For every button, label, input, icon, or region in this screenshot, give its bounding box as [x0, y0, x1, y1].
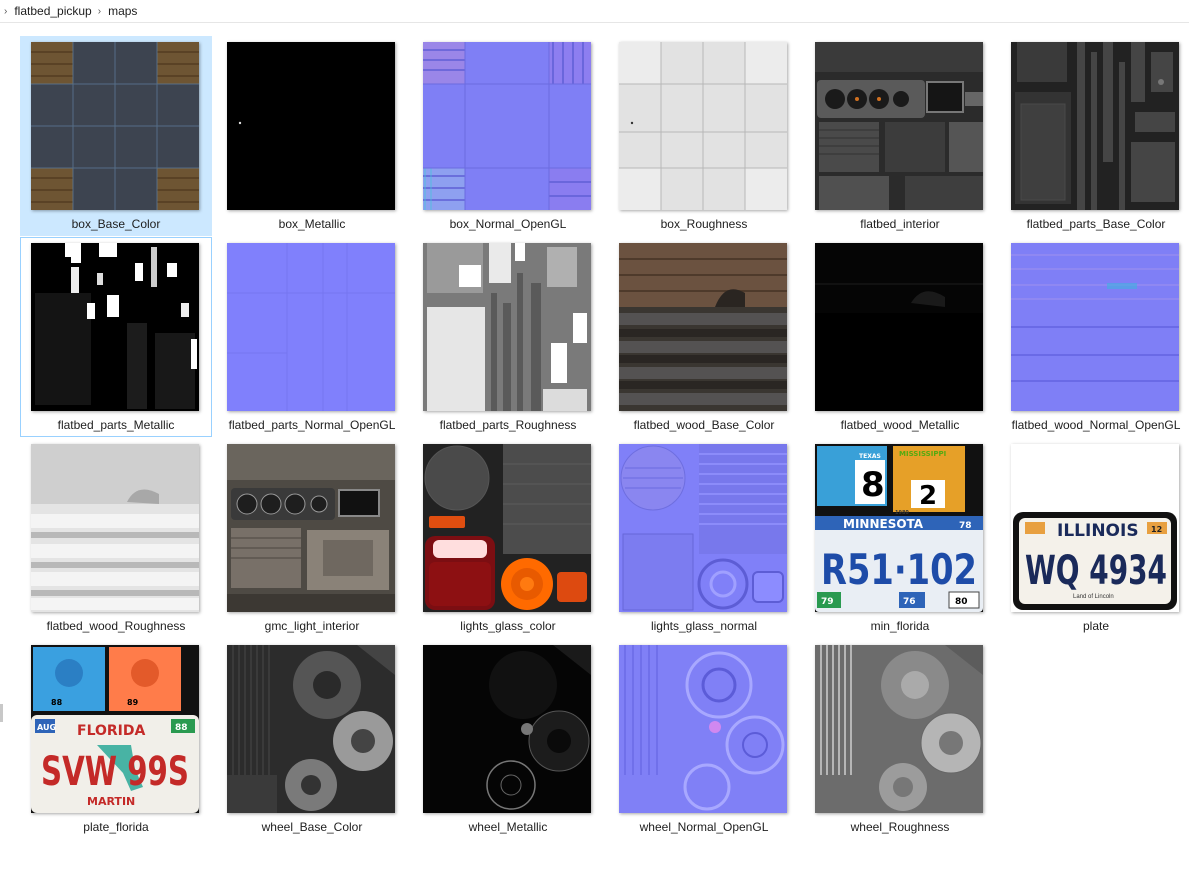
file-name: wheel_Metallic [468, 820, 548, 834]
plate-text: Land of Lincoln [1073, 594, 1114, 600]
lights-color-texture [423, 444, 591, 612]
plate-text: AUG [37, 723, 56, 732]
file-name: flatbed_parts_Metallic [57, 418, 175, 432]
wheel-base-color-texture [227, 645, 395, 813]
file-item[interactable]: wheel_Normal_OpenGL [608, 639, 800, 839]
plate-text: 78 [959, 521, 972, 531]
plate-text: SVW 99S [41, 749, 189, 795]
file-item[interactable]: 88 89 AUG 88 FLORIDA SVW 99S MARTIN plat… [20, 639, 212, 839]
wood-normal-texture [1011, 243, 1179, 411]
plate-text: MISSISSIPPI [899, 450, 946, 458]
file-item[interactable]: box_Roughness [608, 36, 800, 236]
wood-metallic-texture [815, 243, 983, 411]
plate-text: 1980 [895, 510, 909, 516]
parts-base-color-texture [1011, 42, 1179, 210]
file-item[interactable]: flatbed_parts_Roughness [412, 237, 604, 437]
file-name: lights_glass_color [460, 619, 556, 633]
file-item[interactable]: lights_glass_normal [608, 438, 800, 638]
wheel-metallic-texture [423, 645, 591, 813]
file-name: wheel_Normal_OpenGL [639, 820, 769, 834]
file-item[interactable]: flatbed_interior [804, 36, 996, 236]
file-item[interactable]: wheel_Roughness [804, 639, 996, 839]
box-normal-texture [423, 42, 591, 210]
file-item[interactable]: box_Metallic [216, 36, 408, 236]
box-metallic-texture [227, 42, 395, 210]
plate-text: WQ 4934 [1025, 548, 1167, 594]
file-item[interactable]: flatbed_parts_Base_Color [1000, 36, 1189, 236]
plate-text: 89 [127, 698, 139, 707]
plate-text: R51·102 [821, 545, 977, 594]
file-item[interactable]: lights_glass_color [412, 438, 604, 638]
wheel-normal-texture [619, 645, 787, 813]
file-name: plate [1082, 619, 1110, 633]
file-item[interactable]: box_Base_Color [20, 36, 212, 236]
file-item[interactable]: flatbed_wood_Normal_OpenGL [1000, 237, 1189, 437]
file-name: flatbed_wood_Base_Color [633, 418, 775, 432]
file-name: wheel_Base_Color [261, 820, 363, 834]
plate-text: 79 [821, 597, 834, 607]
parts-metallic-texture [31, 243, 199, 411]
file-item[interactable]: flatbed_wood_Metallic [804, 237, 996, 437]
license-plates-texture: TEXAS 8 MISSISSIPPI 2 1980 MINNESOTA 78 … [815, 444, 983, 612]
plate-text: 2 [919, 481, 937, 511]
box-base-color-texture [31, 42, 199, 210]
file-name: box_Base_Color [71, 217, 161, 231]
file-name: box_Metallic [278, 217, 346, 231]
plate-text: 76 [903, 597, 916, 607]
plate-text: MINNESOTA [843, 517, 924, 531]
file-name: box_Normal_OpenGL [449, 217, 567, 231]
wheel-roughness-texture [815, 645, 983, 813]
file-name: min_florida [870, 619, 930, 633]
gmc-interior-texture [227, 444, 395, 612]
plate-text: FLORIDA [77, 723, 145, 739]
wood-roughness-texture [31, 444, 199, 612]
plate-text: ILLINOIS [1057, 521, 1139, 541]
file-name: flatbed_parts_Normal_OpenGL [228, 418, 396, 432]
file-name: flatbed_interior [860, 217, 940, 231]
file-name: lights_glass_normal [650, 619, 758, 633]
plate-text: MARTIN [87, 795, 135, 808]
file-item[interactable]: flatbed_parts_Metallic [20, 237, 212, 437]
lights-normal-texture [619, 444, 787, 612]
file-item[interactable]: gmc_light_interior [216, 438, 408, 638]
file-name: plate_florida [83, 820, 149, 834]
illinois-plate-texture: 12 ILLINOIS WQ 4934 Land of Lincoln [1011, 444, 1179, 612]
file-name: flatbed_parts_Roughness [439, 418, 577, 432]
box-roughness-texture [619, 42, 787, 210]
file-name: gmc_light_interior [264, 619, 360, 633]
file-name: flatbed_wood_Metallic [840, 418, 960, 432]
file-item[interactable]: TEXAS 8 MISSISSIPPI 2 1980 MINNESOTA 78 … [804, 438, 996, 638]
file-item[interactable]: flatbed_parts_Normal_OpenGL [216, 237, 408, 437]
file-item[interactable]: wheel_Metallic [412, 639, 604, 839]
file-name: box_Roughness [660, 217, 748, 231]
file-item[interactable]: wheel_Base_Color [216, 639, 408, 839]
parts-roughness-texture [423, 243, 591, 411]
file-item[interactable]: flatbed_wood_Roughness [20, 438, 212, 638]
plate-text: 80 [955, 597, 968, 607]
file-name: wheel_Roughness [850, 820, 950, 834]
file-item[interactable]: box_Normal_OpenGL [412, 36, 604, 236]
plate-text: 8 [861, 465, 885, 505]
wood-base-color-texture [619, 243, 787, 411]
plate-text: TEXAS [859, 453, 881, 460]
interior-texture [815, 42, 983, 210]
file-item[interactable]: 12 ILLINOIS WQ 4934 Land of Lincoln plat… [1000, 438, 1189, 638]
file-name: flatbed_parts_Base_Color [1026, 217, 1166, 231]
parts-normal-texture [227, 243, 395, 411]
file-name: flatbed_wood_Normal_OpenGL [1011, 418, 1181, 432]
file-grid: box_Base_Color box_Metallic box_Normal_O… [0, 0, 1189, 872]
file-name: flatbed_wood_Roughness [46, 619, 186, 633]
florida-plate-texture: 88 89 AUG 88 FLORIDA SVW 99S MARTIN [31, 645, 199, 813]
plate-text: 88 [175, 723, 188, 733]
plate-text: 88 [51, 698, 63, 707]
file-item[interactable]: flatbed_wood_Base_Color [608, 237, 800, 437]
plate-text: 12 [1151, 525, 1162, 534]
